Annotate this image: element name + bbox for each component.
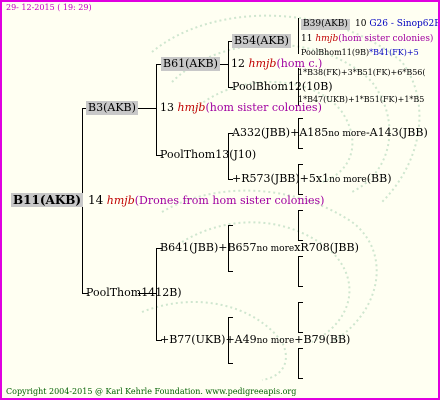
connector [298, 286, 303, 287]
connector [298, 148, 303, 149]
mother-node[interactable]: B3(AKB) [86, 101, 138, 115]
connector [138, 108, 157, 109]
connector [298, 118, 303, 119]
node-a332[interactable]: A332(JBB)+A185no more-A143(JBB) [232, 126, 428, 140]
node-poolbhom12[interactable]: PoolBhom12(10B) [232, 80, 333, 94]
node-b77[interactable]: +B77(UKB)+A49no more+B79(BB) [160, 333, 350, 347]
connector [298, 348, 303, 349]
node-b39[interactable]: B39(AKB) [301, 19, 350, 30]
connector [298, 256, 299, 286]
drone-note: (Drones from hom sister colonies) [134, 194, 325, 207]
connector [298, 348, 299, 378]
node-b38[interactable]: 1*B38(FK)+3*B51(FK)+6*B56( [298, 68, 426, 78]
connector [228, 271, 233, 272]
node-r573[interactable]: +R573(JBB)+5x1no more(BB) [232, 172, 392, 186]
connector [298, 164, 303, 165]
drone-count: 14 [88, 193, 104, 207]
connector [228, 317, 233, 318]
node-b54[interactable]: B54(AKB) [232, 34, 291, 48]
date-stamp: 29- 12-2015 ( 19: 29) [6, 3, 92, 12]
b54-drone-info: 11 hmjb(hom sister colonies) [301, 34, 434, 44]
drone-source: hmjb [177, 101, 206, 114]
node-poolbhom11[interactable]: PoolBhom11(9B)*B41(FK)+5 [301, 48, 419, 58]
connector [156, 64, 157, 156]
node-b641[interactable]: B641(JBB)+B657no morexR708(JBB) [160, 241, 359, 255]
pedigree-frame: 29- 12-2015 ( 19: 29) B11(AKB) 14 hmjb(D… [0, 0, 440, 400]
connector [228, 363, 233, 364]
connector [298, 210, 299, 240]
drone-source: hmjb [106, 194, 135, 207]
drone-count: 13 [160, 101, 174, 114]
connector [298, 302, 303, 303]
connector [298, 256, 303, 257]
connector [298, 210, 303, 211]
node-poolthom13[interactable]: PoolThom13(J10) [160, 148, 256, 162]
node-g26[interactable]: 10 G26 - Sinop62R [355, 19, 438, 30]
node-b61[interactable]: B61(AKB) [161, 57, 220, 71]
node-b47[interactable]: 1*B47(UKB)+1*B51(FK)+1*B5 [298, 95, 424, 105]
root-queen[interactable]: B11(AKB) [11, 193, 84, 207]
connector [298, 18, 299, 54]
connector [298, 302, 299, 332]
copyright-footer: Copyright 2004-2015 @ Karl Kehrle Founda… [6, 387, 297, 396]
connector [298, 378, 303, 379]
father-node[interactable]: PoolThom1412B) [86, 286, 182, 300]
connector [228, 225, 233, 226]
root-drone-info: 14 hmjb(Drones from hom sister colonies) [88, 193, 324, 208]
